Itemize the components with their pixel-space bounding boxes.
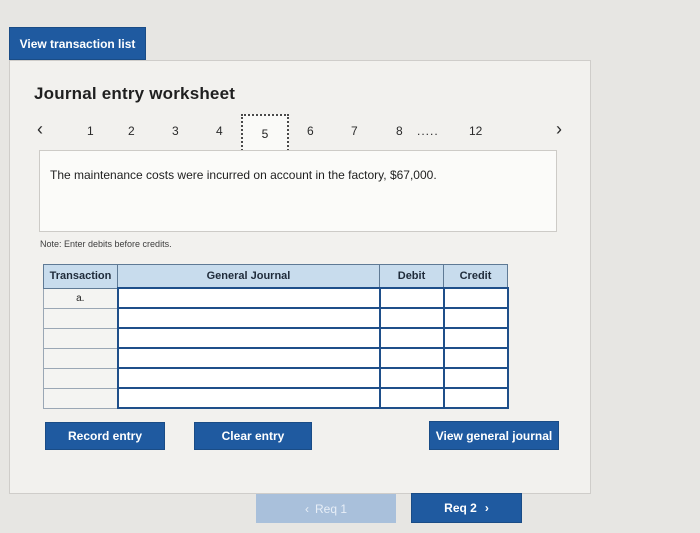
transaction-cell xyxy=(43,347,118,369)
record-entry-button[interactable]: Record entry xyxy=(45,422,165,450)
next-req-button[interactable]: Req 2 › xyxy=(411,493,522,523)
nav-item-3[interactable]: 3 xyxy=(172,124,179,138)
view-general-journal-label: View general journal xyxy=(435,428,553,443)
table-row xyxy=(43,327,509,349)
record-entry-label: Record entry xyxy=(67,429,143,443)
table-row xyxy=(43,347,509,369)
worksheet-title: Journal entry worksheet xyxy=(34,84,236,103)
debit-input[interactable] xyxy=(378,347,445,369)
table-row xyxy=(43,387,509,409)
account-select[interactable] xyxy=(116,327,381,349)
next-req-chevron-icon: › xyxy=(484,501,489,515)
transaction-cell xyxy=(43,307,118,329)
transaction-cell xyxy=(43,387,118,409)
transaction-cell xyxy=(43,327,118,349)
account-select[interactable] xyxy=(116,307,381,329)
credit-input[interactable] xyxy=(442,387,509,409)
nav-item-4[interactable]: 4 xyxy=(216,124,223,138)
header-transaction: Transaction xyxy=(43,264,118,289)
view-transaction-list-label: View transaction list xyxy=(19,36,136,51)
prev-req-chevron-icon: ‹ xyxy=(304,501,309,516)
credit-input[interactable] xyxy=(442,307,509,329)
account-select[interactable] xyxy=(116,387,381,409)
debit-input[interactable] xyxy=(378,307,445,329)
prev-req-button[interactable]: ‹ Req 1 xyxy=(256,494,396,523)
prev-chevron-icon[interactable]: ‹ xyxy=(37,119,43,140)
view-general-journal-button[interactable]: View general journal xyxy=(429,421,559,450)
header-general-journal: General Journal xyxy=(117,264,380,289)
debit-input[interactable] xyxy=(378,327,445,349)
nav-ellipsis: ..... xyxy=(417,124,439,138)
next-chevron-icon[interactable]: › xyxy=(556,119,562,140)
next-req-label: Req 2 xyxy=(444,501,477,515)
debits-credits-note: Note: Enter debits before credits. xyxy=(40,239,172,249)
header-debit: Debit xyxy=(379,264,444,289)
account-select[interactable] xyxy=(116,287,381,309)
account-select[interactable] xyxy=(116,347,381,369)
clear-entry-button[interactable]: Clear entry xyxy=(194,422,312,450)
credit-input[interactable] xyxy=(442,327,509,349)
transaction-description-box: The maintenance costs were incurred on a… xyxy=(39,150,557,232)
nav-item-7[interactable]: 7 xyxy=(351,124,358,138)
nav-item-1[interactable]: 1 xyxy=(87,124,94,138)
header-credit: Credit xyxy=(443,264,508,289)
journal-entry-table: Transaction General Journal Debit Credit… xyxy=(43,264,509,409)
credit-input[interactable] xyxy=(442,367,509,389)
debit-input[interactable] xyxy=(378,387,445,409)
transaction-cell xyxy=(43,367,118,389)
nav-item-12[interactable]: 12 xyxy=(469,124,482,138)
transaction-cell: a. xyxy=(43,287,118,309)
nav-item-5-current[interactable]: 5 xyxy=(241,114,289,154)
table-row xyxy=(43,367,509,389)
nav-item-2[interactable]: 2 xyxy=(128,124,135,138)
table-header-row: Transaction General Journal Debit Credit xyxy=(43,264,508,289)
clear-entry-label: Clear entry xyxy=(221,429,285,443)
prev-req-label: Req 1 xyxy=(314,501,348,516)
table-row: a. xyxy=(43,287,509,309)
debit-input[interactable] xyxy=(378,367,445,389)
credit-input[interactable] xyxy=(442,287,509,309)
credit-input[interactable] xyxy=(442,347,509,369)
debit-input[interactable] xyxy=(378,287,445,309)
nav-item-8[interactable]: 8 xyxy=(396,124,403,138)
nav-item-6[interactable]: 6 xyxy=(307,124,314,138)
nav-current-label: 5 xyxy=(261,127,269,141)
table-row xyxy=(43,307,509,329)
view-transaction-list-button[interactable]: View transaction list xyxy=(9,27,146,60)
account-select[interactable] xyxy=(116,367,381,389)
transaction-description: The maintenance costs were incurred on a… xyxy=(50,168,437,182)
